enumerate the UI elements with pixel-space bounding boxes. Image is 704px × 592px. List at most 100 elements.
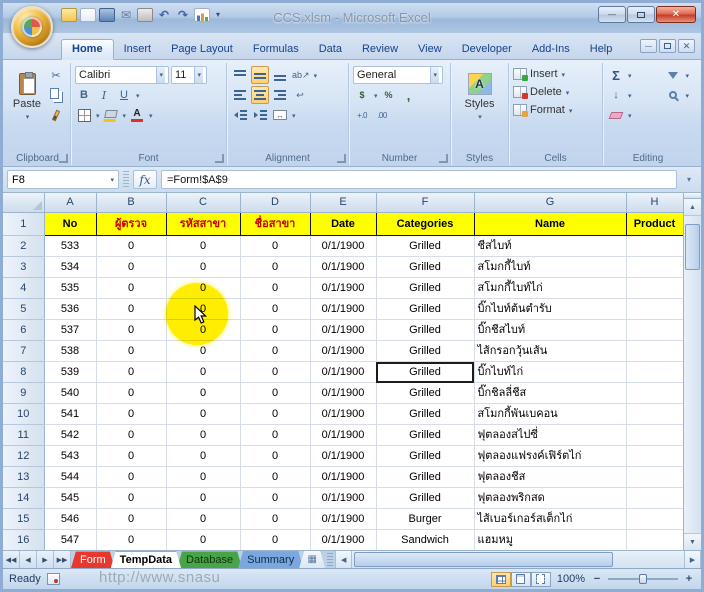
column-header-B[interactable]: B bbox=[96, 193, 166, 213]
row-header-12[interactable]: 12 bbox=[3, 446, 44, 467]
font-size-dropdown-arrow[interactable]: ▾ bbox=[194, 67, 203, 83]
cell-A6[interactable]: 537 bbox=[44, 320, 96, 341]
next-sheet-button[interactable]: ▶ bbox=[37, 551, 54, 568]
cell-H11[interactable] bbox=[626, 425, 683, 446]
cell-B5[interactable]: 0 bbox=[96, 299, 166, 320]
cell-H15[interactable] bbox=[626, 509, 683, 530]
ribbon-tab-home[interactable]: Home bbox=[61, 39, 114, 60]
italic-button[interactable]: I bbox=[95, 86, 113, 104]
formula-input[interactable]: =Form!$A$9 bbox=[161, 170, 677, 189]
row-header-13[interactable]: 13 bbox=[3, 467, 44, 488]
font-name-dropdown-arrow[interactable]: ▾ bbox=[156, 67, 165, 83]
cell-A3[interactable]: 534 bbox=[44, 257, 96, 278]
cell-D9[interactable]: 0 bbox=[240, 383, 310, 404]
underline-dropdown-arrow[interactable] bbox=[135, 89, 140, 101]
cell-D10[interactable]: 0 bbox=[240, 404, 310, 425]
cell-B12[interactable]: 0 bbox=[96, 446, 166, 467]
orientation-dropdown-arrow[interactable] bbox=[313, 69, 318, 81]
column-header-F[interactable]: F bbox=[376, 193, 474, 213]
insert-cells-button[interactable]: Insert bbox=[513, 65, 598, 83]
column-header-C[interactable]: C bbox=[166, 193, 240, 213]
borders-dropdown-arrow[interactable] bbox=[95, 109, 100, 121]
column-header-G[interactable]: G bbox=[474, 193, 626, 213]
expand-formula-bar-button[interactable]: ▾ bbox=[681, 175, 697, 184]
insert-worksheet-tab[interactable]: ▦ bbox=[299, 551, 325, 568]
cell-B3[interactable]: 0 bbox=[96, 257, 166, 278]
row-header-5[interactable]: 5 bbox=[3, 299, 44, 320]
ribbon-tab-data[interactable]: Data bbox=[309, 40, 352, 59]
zoom-out-button[interactable]: − bbox=[591, 573, 603, 585]
sheet-tab-database[interactable]: Database bbox=[177, 551, 242, 568]
sheet-tab-summary[interactable]: Summary bbox=[238, 551, 303, 568]
borders-button[interactable] bbox=[75, 106, 93, 124]
sheet-tab-form[interactable]: Form bbox=[71, 551, 115, 568]
clipboard-dialog-launcher[interactable] bbox=[59, 154, 68, 163]
sort-filter-dropdown-arrow[interactable] bbox=[684, 69, 689, 81]
redo-icon[interactable]: ↷ bbox=[175, 8, 191, 22]
font-name-combo[interactable]: Calibri▾ bbox=[75, 66, 169, 84]
find-select-button[interactable] bbox=[664, 86, 682, 104]
cell-B15[interactable]: 0 bbox=[96, 509, 166, 530]
align-bottom-button[interactable] bbox=[271, 66, 289, 84]
dropdown-icon[interactable]: ▾ bbox=[213, 8, 223, 22]
cell-A8[interactable]: 539 bbox=[44, 362, 96, 383]
row-header-1[interactable]: 1 bbox=[3, 213, 44, 236]
previous-sheet-button[interactable]: ◀ bbox=[20, 551, 37, 568]
cell-E10[interactable]: 0/1/1900 bbox=[310, 404, 376, 425]
cell-B10[interactable]: 0 bbox=[96, 404, 166, 425]
page-layout-view-button[interactable] bbox=[511, 572, 531, 587]
cell-G16[interactable]: แฮมหมู bbox=[474, 530, 626, 551]
vertical-scroll-thumb[interactable] bbox=[685, 224, 700, 270]
increase-indent-button[interactable] bbox=[251, 106, 269, 124]
cell-G12[interactable]: ฟุตลองแฟรงค์เฟิร์ตไก่ bbox=[474, 446, 626, 467]
row-header-8[interactable]: 8 bbox=[3, 362, 44, 383]
column-header-A[interactable]: A bbox=[44, 193, 96, 213]
header-cell-E1[interactable]: Date bbox=[310, 213, 376, 236]
number-dialog-launcher[interactable] bbox=[439, 154, 448, 163]
align-right-button[interactable] bbox=[271, 86, 289, 104]
cell-A12[interactable]: 543 bbox=[44, 446, 96, 467]
number-format-combo[interactable]: General▾ bbox=[353, 66, 443, 84]
zoom-thumb[interactable] bbox=[639, 574, 647, 584]
align-left-button[interactable] bbox=[231, 86, 249, 104]
close-button[interactable] bbox=[656, 6, 696, 23]
cell-G9[interactable]: บิ๊กชิลลี่ชีส bbox=[474, 383, 626, 404]
workbook-close-button[interactable] bbox=[678, 39, 695, 53]
row-header-15[interactable]: 15 bbox=[3, 509, 44, 530]
cell-F12[interactable]: Grilled bbox=[376, 446, 474, 467]
horizontal-scrollbar[interactable]: ◀ ▶ bbox=[335, 551, 701, 568]
row-header-14[interactable]: 14 bbox=[3, 488, 44, 509]
cell-H7[interactable] bbox=[626, 341, 683, 362]
cell-D3[interactable]: 0 bbox=[240, 257, 310, 278]
header-cell-F1[interactable]: Categories bbox=[376, 213, 474, 236]
cell-C3[interactable]: 0 bbox=[166, 257, 240, 278]
autosum-button[interactable]: Σ bbox=[607, 66, 625, 84]
autosum-dropdown-arrow[interactable] bbox=[627, 69, 632, 81]
zoom-level[interactable]: 100% bbox=[557, 573, 585, 585]
cell-B2[interactable]: 0 bbox=[96, 236, 166, 257]
cell-H4[interactable] bbox=[626, 278, 683, 299]
cell-D8[interactable]: 0 bbox=[240, 362, 310, 383]
cell-B8[interactable]: 0 bbox=[96, 362, 166, 383]
cell-C11[interactable]: 0 bbox=[166, 425, 240, 446]
name-box-dropdown-arrow[interactable]: ▾ bbox=[110, 176, 114, 184]
cell-A16[interactable]: 547 bbox=[44, 530, 96, 551]
maximize-button[interactable] bbox=[627, 6, 655, 23]
cell-E5[interactable]: 0/1/1900 bbox=[310, 299, 376, 320]
cell-E11[interactable]: 0/1/1900 bbox=[310, 425, 376, 446]
row-header-7[interactable]: 7 bbox=[3, 341, 44, 362]
cell-B16[interactable]: 0 bbox=[96, 530, 166, 551]
fill-color-dropdown-arrow[interactable] bbox=[122, 109, 127, 121]
column-header-H[interactable]: H bbox=[626, 193, 683, 213]
cell-E3[interactable]: 0/1/1900 bbox=[310, 257, 376, 278]
cell-B14[interactable]: 0 bbox=[96, 488, 166, 509]
cut-button[interactable]: ✂ bbox=[47, 66, 65, 84]
bold-button[interactable]: B bbox=[75, 86, 93, 104]
cell-G5[interactable]: บิ๊กไบท์ต้นตำรับ bbox=[474, 299, 626, 320]
cell-D4[interactable]: 0 bbox=[240, 278, 310, 299]
cell-F15[interactable]: Burger bbox=[376, 509, 474, 530]
scroll-left-button[interactable]: ◀ bbox=[335, 551, 352, 568]
cell-A7[interactable]: 538 bbox=[44, 341, 96, 362]
cell-B9[interactable]: 0 bbox=[96, 383, 166, 404]
cell-A5[interactable]: 536 bbox=[44, 299, 96, 320]
